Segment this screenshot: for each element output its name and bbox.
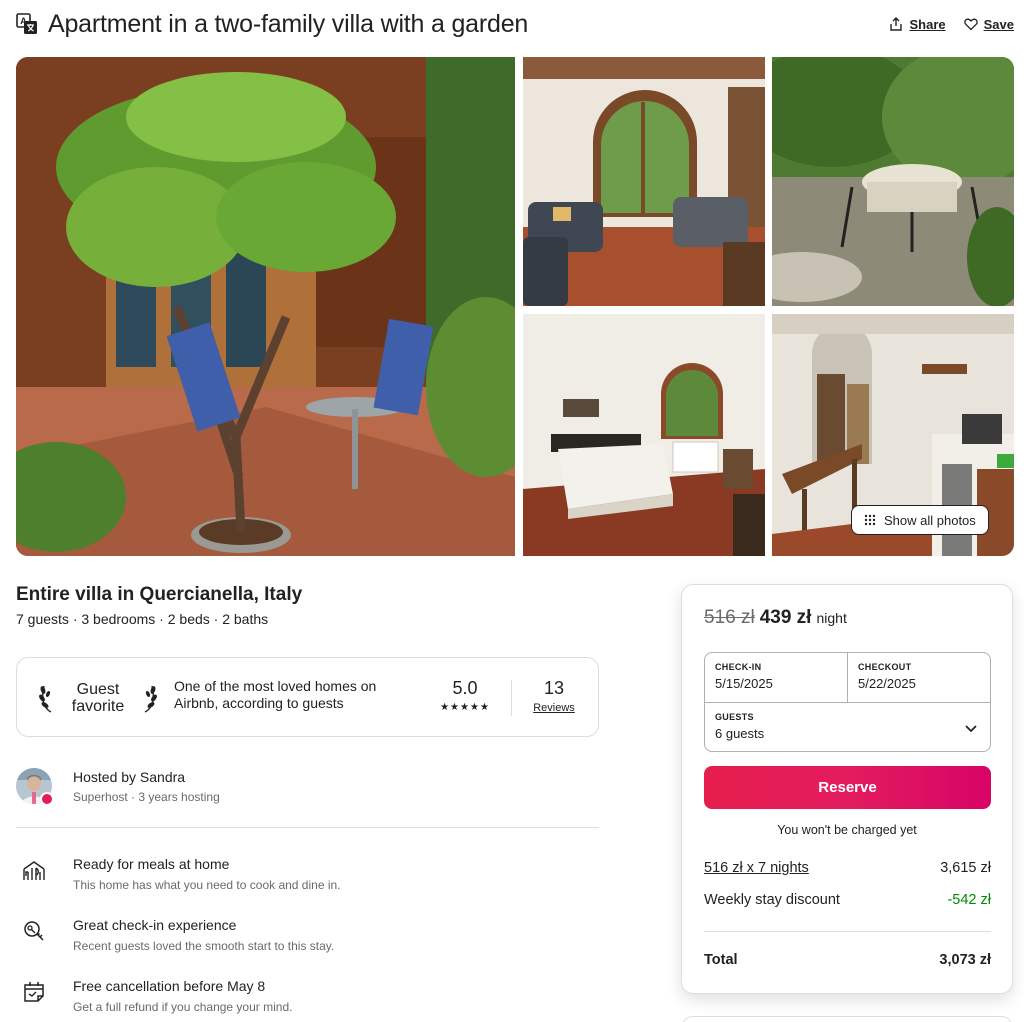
checkout-field[interactable]: CHECKOUT 5/22/2025 [848, 653, 990, 702]
feature-description: Recent guests loved the smooth start to … [73, 939, 335, 953]
guest-favorite-badge: Guest favorite [39, 676, 157, 720]
feature-item-cancellation: Free cancellation before May 8 Get a ful… [16, 978, 599, 1020]
discount-value: -542 zł [947, 892, 991, 908]
guests-value: 6 guests [715, 726, 765, 741]
feature-title: Ready for meals at home [73, 856, 230, 872]
title-actions: Share Save [889, 17, 1014, 32]
total-row: Total 3,073 zł [704, 952, 991, 968]
translate-icon[interactable]: A [16, 13, 38, 35]
nightly-cost-value: 3,615 zł [940, 860, 991, 876]
save-label: Save [983, 16, 1014, 32]
share-icon [890, 17, 903, 31]
share-button[interactable]: Share [889, 16, 946, 32]
chevron-down-icon [965, 725, 977, 733]
feature-title: Free cancellation before May 8 [73, 978, 266, 994]
guest-favorite-line1: Guest [76, 681, 120, 698]
checkout-value: 5/22/2025 [858, 676, 916, 691]
discounted-price: 439 zł [759, 607, 812, 628]
per-night-label: night [816, 610, 847, 626]
superhost-badge-icon [40, 792, 54, 806]
share-label: Share [909, 16, 946, 32]
dates-guests-box: CHECK-IN 5/15/2025 CHECKOUT 5/22/2025 GU… [704, 652, 991, 752]
checkin-field[interactable]: CHECK-IN 5/15/2025 [705, 653, 848, 702]
save-button[interactable]: Save [963, 16, 1014, 32]
next-card-partial [681, 1016, 1013, 1022]
guest-favorite-line2: favorite [71, 698, 125, 715]
guests-select[interactable]: GUESTS 6 guests [705, 702, 990, 751]
calendar-icon [24, 982, 44, 1002]
photo-living-room[interactable] [523, 57, 765, 306]
listing-subtitle: Entire villa in Quercianella, Italy [16, 584, 303, 605]
page-title: Apartment in a two-family villa with a g… [48, 9, 529, 38]
booking-divider [704, 931, 991, 932]
grid-icon [864, 514, 876, 526]
section-divider [16, 827, 599, 828]
guest-favorite-card: Guest favorite One of the most loved hom… [16, 657, 599, 737]
feature-title: Great check-in experience [73, 917, 237, 933]
photo-gallery: Show all photos [16, 57, 1014, 556]
checkin-value: 5/15/2025 [715, 676, 773, 691]
guest-favorite-description: One of the most loved homes on Airbnb, a… [174, 678, 377, 711]
rating-block: 5.0 ★★★★★ [429, 678, 501, 713]
guests-label: GUESTS [715, 712, 754, 722]
host-name: Hosted by Sandra [73, 769, 186, 785]
photo-garden-table[interactable] [772, 57, 1014, 306]
not-charged-note: You won't be charged yet [777, 823, 917, 837]
feature-description: This home has what you need to cook and … [73, 878, 341, 892]
total-label: Total [704, 952, 738, 968]
checkout-label: CHECKOUT [858, 662, 912, 672]
nightly-cost-label[interactable]: 516 zł x 7 nights [704, 860, 809, 876]
reviews-link[interactable]: Reviews [525, 702, 583, 714]
host-meta: Superhost · 3 years hosting [73, 790, 220, 804]
rating-stars: ★★★★★ [440, 702, 490, 713]
dining-icon [23, 861, 45, 880]
photo-main-patio-tree[interactable] [16, 57, 515, 556]
show-all-photos-button[interactable]: Show all photos [851, 505, 989, 535]
feature-description: Get a full refund if you change your min… [73, 1000, 293, 1014]
heart-icon [963, 18, 978, 31]
rating-value: 5.0 [452, 678, 478, 698]
host-section: Hosted by Sandra Superhost · 3 years hos… [16, 768, 599, 808]
photo-bedroom[interactable] [523, 314, 765, 556]
discount-row: Weekly stay discount -542 zł [704, 892, 991, 908]
price-row: 516 zł 439 zł night [704, 607, 847, 629]
rating-divider [511, 680, 512, 716]
total-value: 3,073 zł [939, 952, 991, 968]
feature-item-checkin: Great check-in experience Recent guests … [16, 917, 599, 959]
feature-item-meals: Ready for meals at home This home has wh… [16, 856, 599, 898]
discount-label: Weekly stay discount [704, 892, 840, 908]
original-price: 516 zł [704, 607, 755, 628]
laurel-right-icon [144, 685, 157, 713]
listing-details: 7 guests · 3 bedrooms · 2 beds · 2 baths [16, 611, 269, 627]
nightly-cost-row: 516 zł x 7 nights 3,615 zł [704, 860, 991, 876]
guest-favorite-text: Guest favorite [72, 681, 124, 715]
reviews-count: 13 [543, 678, 565, 698]
reviews-block: 13 Reviews [525, 678, 583, 714]
booking-card: 516 zł 439 zł night CHECK-IN 5/15/2025 C… [681, 584, 1013, 994]
title-row: A Apartment in a two-family villa with a… [16, 8, 1014, 40]
show-all-label: Show all photos [884, 512, 976, 528]
key-search-icon [24, 921, 44, 941]
reserve-button[interactable]: Reserve [704, 766, 991, 809]
laurel-left-icon [39, 685, 52, 713]
checkin-label: CHECK-IN [715, 662, 762, 672]
